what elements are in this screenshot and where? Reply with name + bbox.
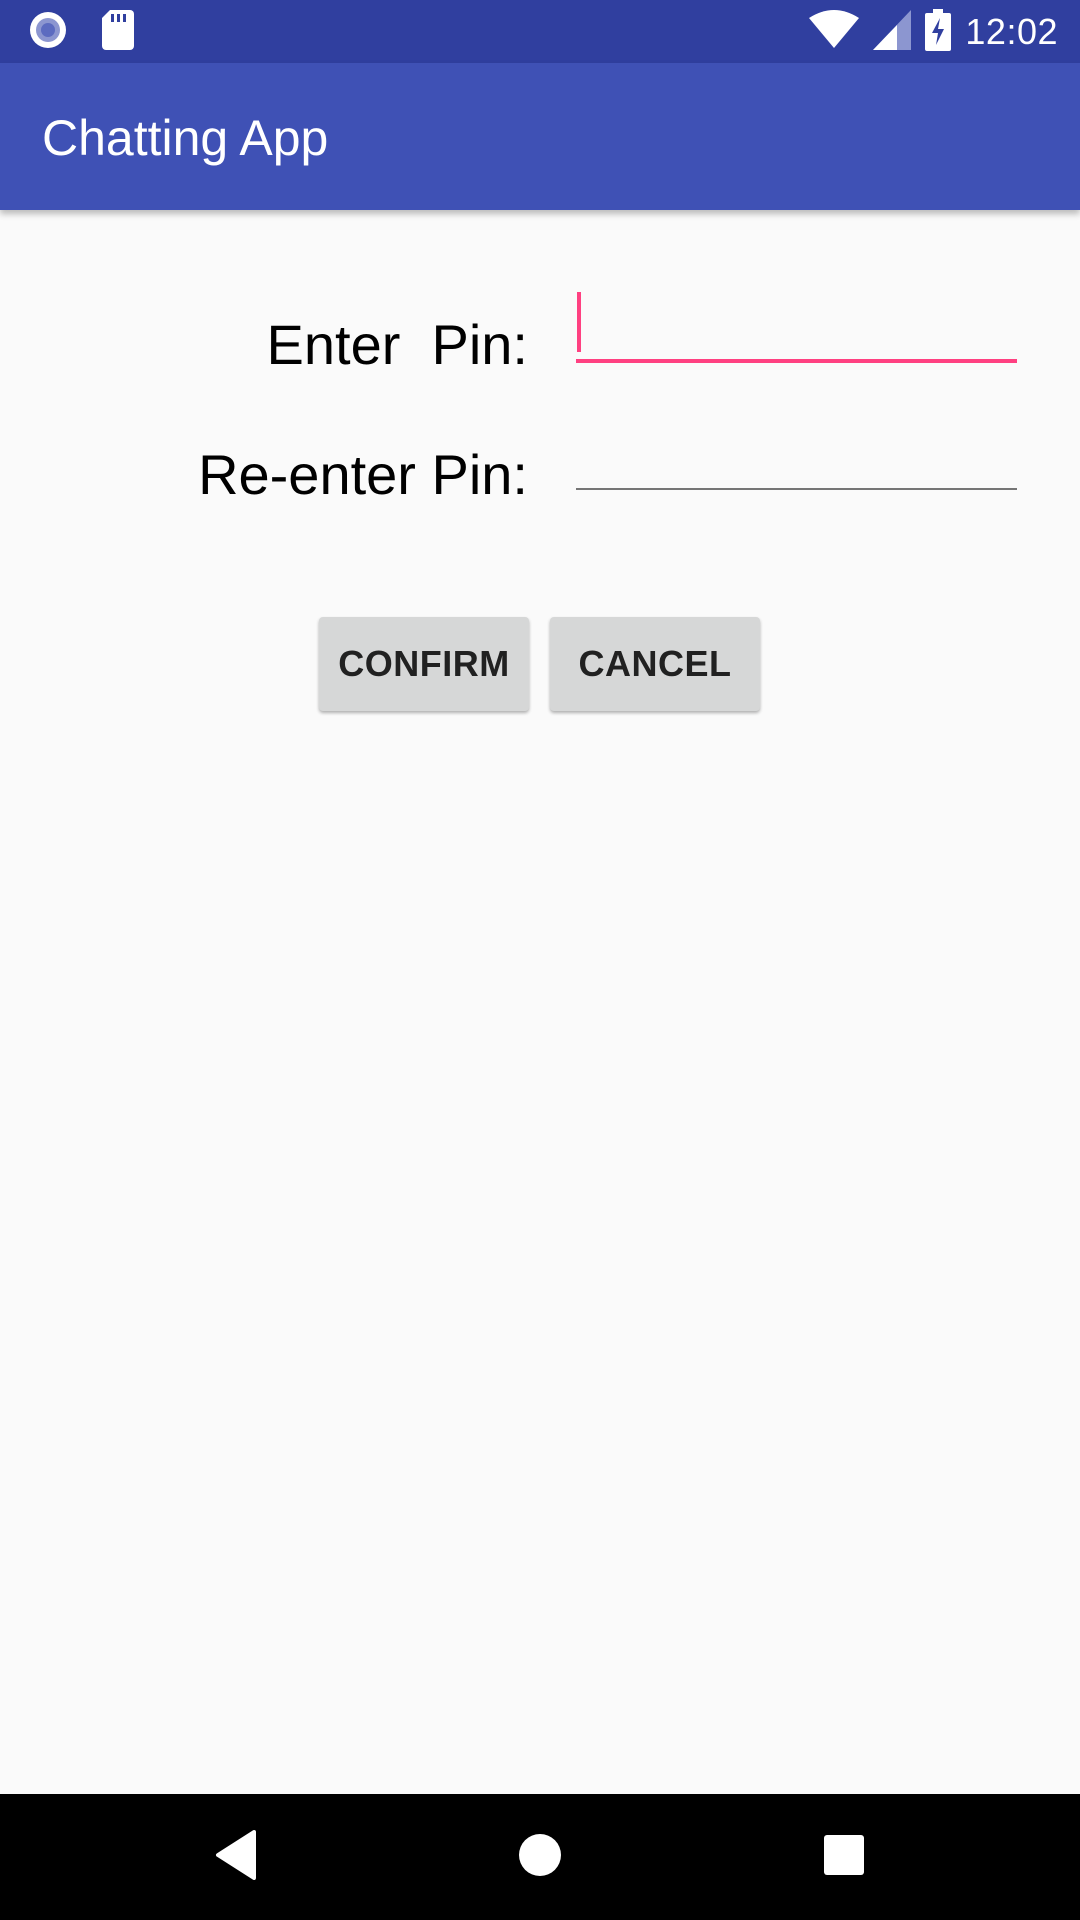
battery-charging-icon	[925, 8, 952, 56]
reenter-pin-label: Re-enter Pin:	[198, 443, 528, 506]
recents-icon	[824, 1834, 864, 1880]
back-icon	[214, 1829, 258, 1885]
wifi-icon	[809, 9, 860, 55]
status-system-icons: 12:02	[809, 8, 1058, 56]
home-button[interactable]	[505, 1824, 575, 1890]
app-bar: Chatting App	[0, 63, 1080, 210]
enter-pin-underline	[576, 359, 1017, 363]
sd-card-icon	[102, 9, 134, 55]
cancel-button[interactable]: CANCEL	[550, 617, 760, 711]
enter-pin-input[interactable]	[576, 290, 1017, 363]
text-caret	[577, 292, 581, 352]
enter-pin-row: Enter Pin:	[0, 290, 1080, 376]
confirm-button[interactable]: CONFIRM	[319, 617, 529, 711]
screen: 12:02 Chatting App Enter Pin: Re-enter P…	[0, 0, 1080, 1920]
status-bar: 12:02	[0, 0, 1080, 63]
navigation-bar	[0, 1794, 1080, 1920]
radio-circle-icon	[28, 10, 68, 55]
reenter-pin-row: Re-enter Pin:	[0, 420, 1080, 506]
reenter-pin-underline	[576, 488, 1017, 490]
reenter-pin-input[interactable]	[576, 420, 1017, 490]
status-time: 12:02	[965, 11, 1058, 52]
status-notification-icons	[28, 9, 134, 55]
app-title: Chatting App	[42, 110, 329, 166]
back-button[interactable]	[201, 1824, 271, 1890]
cell-signal-icon	[873, 9, 912, 55]
home-icon	[518, 1833, 562, 1882]
enter-pin-label: Enter Pin:	[266, 313, 528, 376]
recents-button[interactable]	[809, 1824, 879, 1890]
